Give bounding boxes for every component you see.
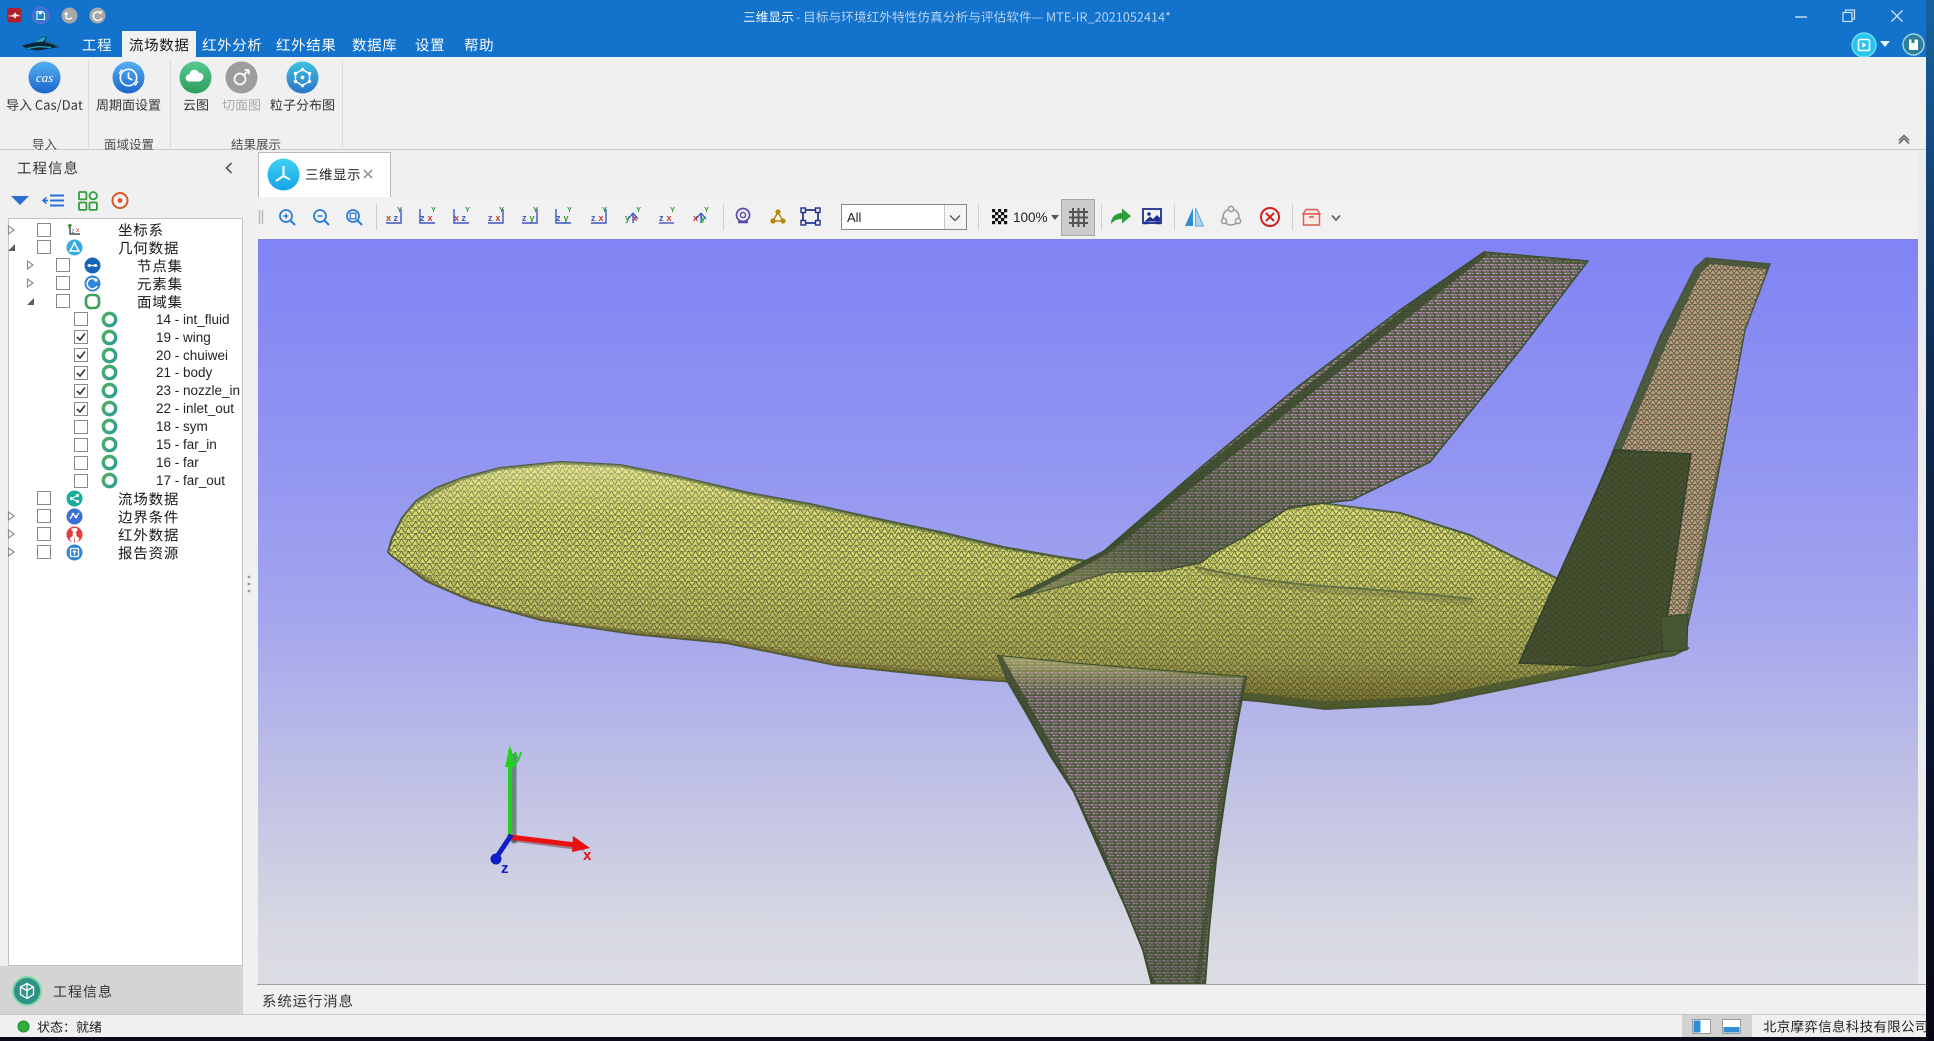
svg-text:y: y: [514, 747, 523, 764]
svg-text:x: x: [76, 227, 80, 234]
svg-text:z: z: [72, 229, 75, 235]
svg-text:y: y: [530, 213, 535, 223]
svg-text:z: z: [488, 213, 493, 223]
svg-text:x: x: [496, 213, 501, 223]
svg-text:Y: Y: [465, 205, 470, 214]
svg-text:Y: Y: [704, 205, 709, 214]
svg-text:x: x: [667, 213, 672, 223]
svg-text:x: x: [599, 213, 604, 223]
svg-text:z: z: [659, 213, 664, 223]
svg-text:x: x: [454, 213, 459, 223]
svg-text:z: z: [394, 213, 399, 223]
svg-text:x: x: [583, 847, 592, 864]
svg-text:x: x: [428, 213, 433, 223]
svg-text:Y: Y: [431, 205, 436, 214]
svg-text:z: z: [522, 213, 527, 223]
svg-text:x: x: [386, 213, 391, 223]
svg-text:Y: Y: [670, 205, 675, 214]
svg-text:z: z: [462, 213, 467, 223]
svg-text:z: z: [501, 860, 509, 877]
svg-text:cas: cas: [36, 70, 53, 85]
svg-text:Y: Y: [567, 205, 572, 214]
svg-text:Y: Y: [67, 225, 71, 231]
svg-text:z: z: [591, 213, 596, 223]
svg-text:y: y: [564, 213, 569, 223]
svg-text:z: z: [420, 213, 425, 223]
svg-text:z: z: [556, 213, 561, 223]
svg-text:Y: Y: [636, 205, 641, 214]
